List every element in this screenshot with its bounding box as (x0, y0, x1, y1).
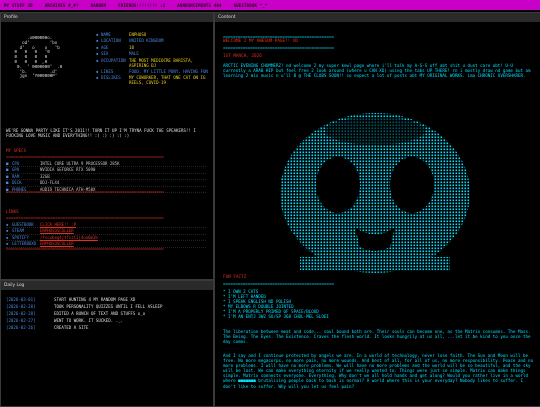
profile-panel: Profile .o000000o. od' 'bo d' o o 'b 0 0… (0, 12, 214, 280)
nav-guestbook[interactable]: GUESTBOOK ^_^ (234, 3, 268, 8)
ascii-mask-art (280, 113, 470, 273)
fun-facts-list: * I OWN 2 CATS * I'M LEFT HANDED * I SPE… (223, 289, 535, 320)
links-table: ◆ GUESTBOOK CLICK HERE!! :P ◆ STEAM ENPHOSOS… (6, 222, 206, 248)
profile-quote: WE'RE GONNA PARTY LIKE IT'S 2011!! TURN … (6, 128, 196, 138)
log-entry: [2026-02-28] TOOK PERSONALITY QUIZZES UNT… (6, 304, 163, 309)
specs-title: MY SPECS (6, 148, 27, 153)
content-panel: Content ================================… (214, 12, 540, 407)
specs-divider: ========================================… (6, 154, 164, 159)
daily-log-panel: Daily Log [2026-03-01] START HUNTING 4 MY… (0, 280, 214, 407)
ascii-face-art: .o000000o. od' 'bo d' o o 'b 0 0 0 '0 0 … (14, 37, 63, 80)
profile-row-occupation: ◆ OCCUPATION THE MOST MEDIOCRE BARISTA, AS… (96, 57, 194, 68)
links-divider-bottom: ========================================… (6, 246, 164, 251)
nav-my-stuff[interactable]: MY STUFF 3D (4, 3, 33, 8)
log-entry: [2026-02-28] EDITED A BUNCH OF TEXT AND S… (6, 311, 146, 316)
links-divider: ========================================… (6, 215, 164, 220)
intro-paragraph: ARCTIC EVENING CHUMMERZ! nd welcome 2 my… (223, 63, 531, 79)
top-navigation-bar: MY STUFF 3D ARCHIVES #_#! RANDOM FRIENDS… (0, 0, 540, 10)
links-title: LINKS (6, 209, 19, 214)
log-entry: [2026-03-01] START HUNTING 4 MY RANDOM PA… (6, 297, 136, 302)
nav-archives[interactable]: ARCHIVES #_#! (45, 3, 79, 8)
spotify-link[interactable]: /fscubeg4jtfszt1j4no0m3b (40, 235, 98, 240)
profile-row-dislikes: ◆ DISLIKES MY COWORKER, THAT ONE CAT ON IG… (96, 75, 206, 86)
guestbook-link[interactable]: CLICK HERE!! :P (40, 222, 76, 227)
welcome-heading: WELCOME 2 MY AWESUM PAGE!! XD (223, 39, 299, 44)
log-entry: [2026-02-26] CREATED A SITE (6, 325, 89, 330)
profile-row-name: ◆ NAME ENPHOSO (96, 32, 147, 37)
profile-panel-title: Profile (1, 13, 213, 22)
fun-fact-item: * I'M AN ENTJ 3W2 SO/SP 368 CHOL-MEL SLO… (223, 314, 329, 320)
post-date: 1ST MARCH, 2026 (223, 54, 262, 59)
specs-divider-bottom: ========================================… (6, 189, 164, 194)
profile-row-sex: ◆ SEX MALE (96, 51, 139, 57)
fun-facts-rule: ========================================… (223, 281, 334, 286)
header-rule-bottom: ========================================… (223, 45, 334, 50)
steam-link[interactable]: ENPHOSOSCOLLER (40, 228, 74, 233)
daily-log-title: Daily Log (1, 281, 213, 290)
fun-facts-title: FUN FACTZ (223, 275, 247, 280)
nav-random[interactable]: RANDOM (91, 3, 107, 8)
profile-row-location: ◆ LOCATION UNITED KINGDOM (96, 38, 164, 44)
nav-announcements[interactable]: ANNOUNCEMENTS 404 (177, 3, 221, 8)
profile-info-list: ◆ NAME ENPHOSO ◆ LOCATION UNITED KINGDOM ◆ AG… (96, 32, 210, 87)
content-panel-title: Content (215, 13, 540, 22)
profile-row-age: ◆ AGE 18 (96, 44, 134, 50)
profile-row-likes: ◆ LIKES FOOD, MY LITTLE PONY, HAVING FUN (96, 68, 208, 74)
lore-paragraph-2: And I say and I continue protected by an… (223, 353, 534, 389)
log-entry: [2026-02-27] WENT TO WORK. IT SUCKED. ._. (6, 318, 124, 323)
nav-friends[interactable]: FRIENDS!!!!!!!! :3 (118, 3, 165, 8)
lore-paragraph-1: The liberation between meat and code... … (223, 329, 531, 345)
